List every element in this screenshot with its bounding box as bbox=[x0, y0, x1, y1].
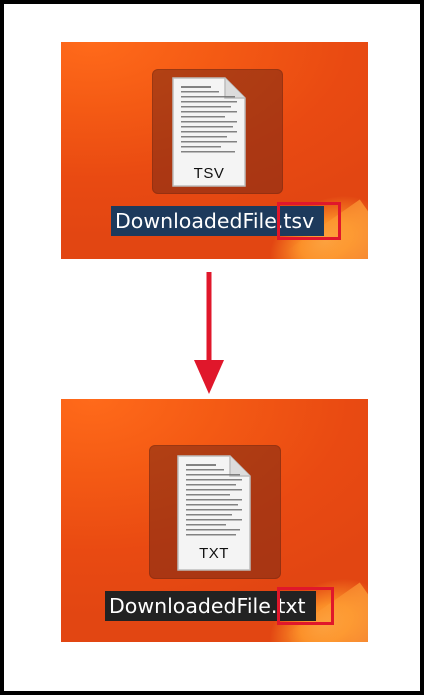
filename-base: DownloadedFile bbox=[115, 209, 277, 233]
extension-highlight-box bbox=[277, 202, 341, 240]
file-type-badge: TXT bbox=[199, 545, 229, 562]
desktop-after: TXT DownloadedFile.txt bbox=[61, 399, 368, 642]
filename-base: DownloadedFile bbox=[109, 594, 271, 618]
document-icon[interactable]: TXT bbox=[176, 454, 252, 572]
extension-highlight-box bbox=[277, 587, 334, 625]
file-type-badge: TSV bbox=[193, 165, 225, 182]
document-icon[interactable]: TSV bbox=[171, 76, 247, 188]
arrow-down-icon bbox=[194, 272, 224, 394]
illustration-frame: TSV DownloadedFile.tsv TXT DownloadedFil… bbox=[0, 0, 424, 695]
desktop-before: TSV DownloadedFile.tsv bbox=[61, 42, 368, 259]
